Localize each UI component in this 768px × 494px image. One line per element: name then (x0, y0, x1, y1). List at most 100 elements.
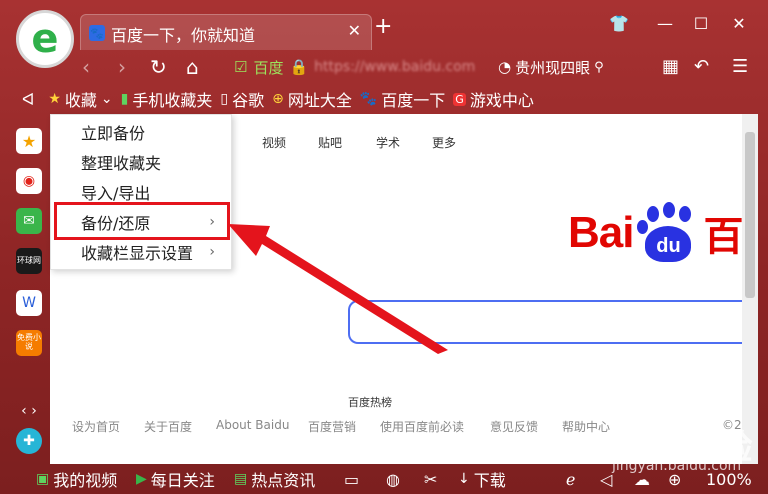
phone-icon: ▮ (120, 91, 129, 107)
hot-news-button[interactable]: ▤ 热点资讯 (234, 467, 315, 491)
bookmark-baidu[interactable]: 🐾 百度一下 (360, 87, 445, 111)
close-window-button[interactable]: ✕ (724, 14, 754, 33)
my-video-button[interactable]: ▣ 我的视频 (36, 467, 117, 491)
bookmark-google[interactable]: ▯ 谷歌 (220, 87, 264, 111)
daily-follow-button[interactable]: ▶ 每日关注 (136, 467, 215, 491)
sidebar-arrows-icon[interactable]: ‹ › (16, 398, 42, 424)
search-engine-icon: ◔ (498, 58, 512, 76)
menu-item-label: 整理收藏夹 (81, 154, 162, 173)
play-icon: ▶ (136, 471, 147, 487)
scroll-thumb[interactable] (745, 132, 755, 298)
mail-icon[interactable]: ✉ (16, 208, 42, 234)
tab-close-button[interactable]: ✕ (348, 21, 361, 40)
left-sidebar: ★ ◉ ✉ 环球网 W 免费小说 ‹ › ✚ (10, 118, 48, 466)
ie-mode-icon[interactable]: ℯ (566, 470, 575, 489)
status-label: 我的视频 (53, 471, 118, 490)
search-engine-box[interactable]: ◔ 贵州现四眼 ⚲ (498, 54, 638, 80)
bookmark-icon: ▯ (220, 91, 229, 107)
logo-bai-text: Bai (568, 208, 634, 257)
forward-button[interactable]: › (118, 55, 126, 79)
screen-icon[interactable]: ▭ (344, 470, 359, 489)
maximize-button[interactable]: ☐ (686, 14, 716, 33)
globe-icon: ⊕ (272, 91, 284, 107)
menu-item-organize[interactable]: 整理收藏夹 (51, 147, 231, 177)
highlight-box (54, 202, 230, 240)
footer-link[interactable]: 使用百度前必读 (380, 418, 464, 435)
download-button[interactable]: ↓ 下载 (458, 467, 506, 491)
logo-cn-text: 百 (703, 214, 744, 260)
search-icon[interactable]: ⚲ (594, 60, 604, 75)
doc-icon[interactable]: W (16, 290, 42, 316)
url-text: https://www.baidu.com (314, 59, 476, 75)
back-button[interactable]: ‹ (82, 55, 90, 79)
bookmark-label: 谷歌 (232, 91, 265, 110)
scrollbar[interactable] (742, 114, 758, 464)
speedup-icon[interactable]: ◍ (386, 470, 400, 489)
mute-icon[interactable]: ◁ (600, 470, 612, 489)
refresh-button[interactable]: ↻ (150, 55, 167, 79)
novel-icon[interactable]: 免费小说 (16, 330, 42, 356)
search-engine-text: 贵州现四眼 (515, 58, 591, 77)
favorites-label: 收藏 (64, 91, 97, 110)
baidu-search-input[interactable] (348, 300, 746, 344)
skin-icon[interactable]: 👕 (604, 14, 634, 33)
chevron-down-icon: ⌄ (100, 91, 113, 107)
security-badge: ☑ (234, 58, 248, 76)
nav-xueshu[interactable]: 学术 (376, 134, 400, 151)
favorites-dropdown-menu: 立即备份 整理收藏夹 导入/导出 备份/还原 › 收藏栏显示设置 › (50, 114, 232, 270)
menu-icon[interactable]: ☰ (732, 56, 748, 77)
favorites-menu-button[interactable]: ★ 收藏 ⌄ (48, 87, 112, 111)
bookmark-label: 百度一下 (381, 91, 446, 110)
menu-item-backup-now[interactable]: 立即备份 (51, 117, 231, 147)
menu-item-label: 立即备份 (81, 124, 146, 143)
footer-link[interactable]: 关于百度 (144, 418, 192, 435)
lock-icon: 🔒 (289, 58, 309, 76)
baidu-logo: Bai du 百 (568, 202, 743, 264)
menu-item-label: 导入/导出 (81, 184, 151, 203)
download-icon: ↓ (458, 471, 470, 487)
nav-more[interactable]: 更多 (432, 134, 456, 151)
nav-tieba[interactable]: 贴吧 (318, 134, 342, 151)
bookmarks-bar: ᐊ ★ 收藏 ⌄ ▮ 手机收藏夹 ▯ 谷歌 ⊕ 网址大全 🐾 百度一下 G 游戏… (0, 86, 768, 112)
status-label: 每日关注 (150, 471, 215, 490)
apps-icon[interactable]: ▦ (662, 56, 679, 77)
tab-baidu[interactable]: 🐾 百度一下，你就知道 ✕ (80, 14, 372, 50)
baidu-icon: 🐾 (359, 91, 378, 107)
collapse-sidebar-button[interactable]: ᐊ (22, 90, 34, 109)
bookmark-label: 游戏中心 (469, 91, 534, 110)
video-icon: ▣ (36, 471, 50, 487)
footer-link[interactable]: About Baidu (216, 418, 289, 432)
new-tab-button[interactable]: + (374, 14, 392, 39)
watermark-url: jingyan.baidu.com (612, 458, 742, 474)
home-button[interactable]: ⌂ (186, 55, 199, 79)
security-label: 百度 (253, 58, 284, 77)
undo-icon[interactable]: ↶ (694, 56, 709, 77)
address-bar[interactable]: ☑ 百度 🔒 https://www.baidu.com (234, 54, 494, 80)
baidu-favicon-icon: 🐾 (89, 25, 105, 41)
footer-link[interactable]: 意见反馈 (490, 418, 538, 435)
baidu-paw-icon: du (637, 202, 699, 264)
star-icon[interactable]: ★ (16, 128, 42, 154)
game-icon: G (453, 92, 466, 106)
tools-icon[interactable]: ✂ (424, 470, 437, 489)
add-app-icon[interactable]: ✚ (16, 428, 42, 454)
footer-link[interactable]: 设为首页 (72, 418, 120, 435)
weibo-icon[interactable]: ◉ (16, 168, 42, 194)
bookmark-games[interactable]: G 游戏中心 (453, 87, 534, 111)
news-list-icon: ▤ (234, 471, 248, 487)
browser-window: e 🐾 百度一下，你就知道 ✕ + 👕 — ☐ ✕ ‹ › ↻ ⌂ ☑ 百度 🔒… (0, 0, 768, 494)
bookmark-label: 网址大全 (287, 91, 352, 110)
nav-video[interactable]: 视频 (262, 134, 286, 151)
bookmark-hao123[interactable]: ⊕ 网址大全 (272, 87, 352, 111)
bookmark-phone[interactable]: ▮ 手机收藏夹 (121, 87, 213, 111)
menu-item-bar-settings[interactable]: 收藏栏显示设置 › (51, 237, 231, 267)
minimize-button[interactable]: — (650, 14, 680, 33)
hot-list-title: 百度热榜 (348, 396, 392, 409)
status-label: 热点资讯 (251, 471, 316, 490)
bookmark-label: 手机收藏夹 (132, 91, 213, 110)
logo-du-text: du (645, 226, 692, 262)
news-icon[interactable]: 环球网 (16, 248, 42, 274)
chevron-right-icon: › (209, 244, 215, 260)
status-label: 下载 (473, 471, 506, 490)
footer-link[interactable]: 百度营销 (308, 418, 356, 435)
